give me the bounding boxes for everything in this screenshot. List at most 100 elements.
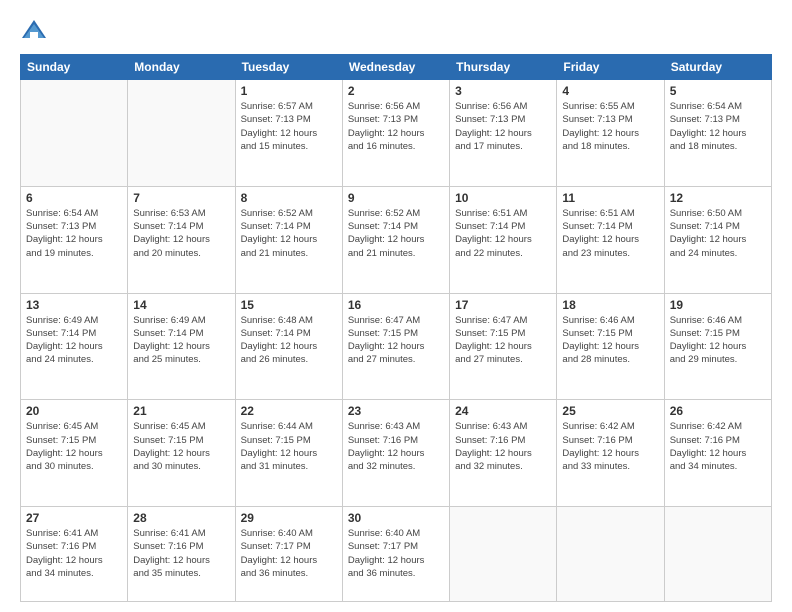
day-number: 12	[670, 191, 766, 205]
day-number: 17	[455, 298, 551, 312]
calendar-week-row: 1 Sunrise: 6:57 AM Sunset: 7:13 PM Daylig…	[21, 80, 772, 187]
day-number: 13	[26, 298, 122, 312]
day-info: Sunrise: 6:47 AM Sunset: 7:15 PM Dayligh…	[455, 314, 551, 367]
calendar-week-row: 6 Sunrise: 6:54 AM Sunset: 7:13 PM Daylig…	[21, 186, 772, 293]
calendar-cell: 28 Sunrise: 6:41 AM Sunset: 7:16 PM Dayli…	[128, 507, 235, 602]
day-info: Sunrise: 6:45 AM Sunset: 7:15 PM Dayligh…	[26, 420, 122, 473]
calendar-cell: 12 Sunrise: 6:50 AM Sunset: 7:14 PM Dayli…	[664, 186, 771, 293]
calendar-cell	[21, 80, 128, 187]
day-info: Sunrise: 6:46 AM Sunset: 7:15 PM Dayligh…	[670, 314, 766, 367]
day-number: 30	[348, 511, 444, 525]
day-info: Sunrise: 6:54 AM Sunset: 7:13 PM Dayligh…	[670, 100, 766, 153]
day-info: Sunrise: 6:57 AM Sunset: 7:13 PM Dayligh…	[241, 100, 337, 153]
header	[20, 18, 772, 46]
day-info: Sunrise: 6:43 AM Sunset: 7:16 PM Dayligh…	[455, 420, 551, 473]
calendar-cell: 4 Sunrise: 6:55 AM Sunset: 7:13 PM Daylig…	[557, 80, 664, 187]
calendar-cell: 5 Sunrise: 6:54 AM Sunset: 7:13 PM Daylig…	[664, 80, 771, 187]
day-info: Sunrise: 6:53 AM Sunset: 7:14 PM Dayligh…	[133, 207, 229, 260]
day-info: Sunrise: 6:52 AM Sunset: 7:14 PM Dayligh…	[348, 207, 444, 260]
day-number: 18	[562, 298, 658, 312]
day-number: 11	[562, 191, 658, 205]
weekday-header: Monday	[128, 55, 235, 80]
calendar-cell: 21 Sunrise: 6:45 AM Sunset: 7:15 PM Dayli…	[128, 400, 235, 507]
day-number: 24	[455, 404, 551, 418]
day-number: 20	[26, 404, 122, 418]
day-number: 5	[670, 84, 766, 98]
logo	[20, 18, 52, 46]
day-number: 25	[562, 404, 658, 418]
calendar-week-row: 27 Sunrise: 6:41 AM Sunset: 7:16 PM Dayli…	[21, 507, 772, 602]
calendar-cell: 8Sunrise: 6:52 AM Sunset: 7:14 PM Daylig…	[235, 186, 342, 293]
day-number: 23	[348, 404, 444, 418]
calendar-cell: 26 Sunrise: 6:42 AM Sunset: 7:16 PM Dayli…	[664, 400, 771, 507]
day-number: 29	[241, 511, 337, 525]
calendar-cell: 3Sunrise: 6:56 AM Sunset: 7:13 PM Daylig…	[450, 80, 557, 187]
day-number: 3	[455, 84, 551, 98]
day-number: 21	[133, 404, 229, 418]
day-number: 9	[348, 191, 444, 205]
calendar-cell: 7 Sunrise: 6:53 AM Sunset: 7:14 PM Daylig…	[128, 186, 235, 293]
day-info: Sunrise: 6:40 AM Sunset: 7:17 PM Dayligh…	[241, 527, 337, 580]
day-info: Sunrise: 6:49 AM Sunset: 7:14 PM Dayligh…	[26, 314, 122, 367]
day-info: Sunrise: 6:41 AM Sunset: 7:16 PM Dayligh…	[26, 527, 122, 580]
day-number: 22	[241, 404, 337, 418]
calendar-cell: 24 Sunrise: 6:43 AM Sunset: 7:16 PM Dayli…	[450, 400, 557, 507]
day-info: Sunrise: 6:55 AM Sunset: 7:13 PM Dayligh…	[562, 100, 658, 153]
calendar-cell: 27 Sunrise: 6:41 AM Sunset: 7:16 PM Dayli…	[21, 507, 128, 602]
calendar-cell	[450, 507, 557, 602]
calendar-cell: 23 Sunrise: 6:43 AM Sunset: 7:16 PM Dayli…	[342, 400, 449, 507]
day-number: 16	[348, 298, 444, 312]
day-info: Sunrise: 6:51 AM Sunset: 7:14 PM Dayligh…	[562, 207, 658, 260]
day-info: Sunrise: 6:54 AM Sunset: 7:13 PM Dayligh…	[26, 207, 122, 260]
weekday-header: Friday	[557, 55, 664, 80]
calendar-cell: 1 Sunrise: 6:57 AM Sunset: 7:13 PM Daylig…	[235, 80, 342, 187]
day-number: 27	[26, 511, 122, 525]
day-info: Sunrise: 6:40 AM Sunset: 7:17 PM Dayligh…	[348, 527, 444, 580]
day-info: Sunrise: 6:51 AM Sunset: 7:14 PM Dayligh…	[455, 207, 551, 260]
day-info: Sunrise: 6:49 AM Sunset: 7:14 PM Dayligh…	[133, 314, 229, 367]
day-number: 4	[562, 84, 658, 98]
day-info: Sunrise: 6:48 AM Sunset: 7:14 PM Dayligh…	[241, 314, 337, 367]
day-info: Sunrise: 6:50 AM Sunset: 7:14 PM Dayligh…	[670, 207, 766, 260]
calendar-cell: 15 Sunrise: 6:48 AM Sunset: 7:14 PM Dayli…	[235, 293, 342, 400]
day-number: 28	[133, 511, 229, 525]
weekday-header: Sunday	[21, 55, 128, 80]
day-number: 7	[133, 191, 229, 205]
calendar-cell: 16 Sunrise: 6:47 AM Sunset: 7:15 PM Dayli…	[342, 293, 449, 400]
calendar-week-row: 20 Sunrise: 6:45 AM Sunset: 7:15 PM Dayli…	[21, 400, 772, 507]
day-info: Sunrise: 6:41 AM Sunset: 7:16 PM Dayligh…	[133, 527, 229, 580]
calendar-week-row: 13 Sunrise: 6:49 AM Sunset: 7:14 PM Dayli…	[21, 293, 772, 400]
weekday-header: Thursday	[450, 55, 557, 80]
day-number: 19	[670, 298, 766, 312]
calendar-cell: 19 Sunrise: 6:46 AM Sunset: 7:15 PM Dayli…	[664, 293, 771, 400]
calendar-cell	[557, 507, 664, 602]
day-info: Sunrise: 6:52 AM Sunset: 7:14 PM Dayligh…	[241, 207, 337, 260]
day-number: 6	[26, 191, 122, 205]
weekday-header: Wednesday	[342, 55, 449, 80]
calendar-cell: 10 Sunrise: 6:51 AM Sunset: 7:14 PM Dayli…	[450, 186, 557, 293]
logo-icon	[20, 18, 48, 46]
day-number: 1	[241, 84, 337, 98]
day-info: Sunrise: 6:42 AM Sunset: 7:16 PM Dayligh…	[670, 420, 766, 473]
day-number: 15	[241, 298, 337, 312]
calendar-cell: 22 Sunrise: 6:44 AM Sunset: 7:15 PM Dayli…	[235, 400, 342, 507]
page: SundayMondayTuesdayWednesdayThursdayFrid…	[0, 0, 792, 612]
calendar-cell: 18Sunrise: 6:46 AM Sunset: 7:15 PM Dayli…	[557, 293, 664, 400]
calendar-cell: 20 Sunrise: 6:45 AM Sunset: 7:15 PM Dayli…	[21, 400, 128, 507]
day-info: Sunrise: 6:43 AM Sunset: 7:16 PM Dayligh…	[348, 420, 444, 473]
weekday-header: Saturday	[664, 55, 771, 80]
day-number: 10	[455, 191, 551, 205]
calendar-cell: 11 Sunrise: 6:51 AM Sunset: 7:14 PM Dayli…	[557, 186, 664, 293]
day-number: 2	[348, 84, 444, 98]
calendar-cell: 9 Sunrise: 6:52 AM Sunset: 7:14 PM Daylig…	[342, 186, 449, 293]
calendar-cell: 17 Sunrise: 6:47 AM Sunset: 7:15 PM Dayli…	[450, 293, 557, 400]
weekday-header-row: SundayMondayTuesdayWednesdayThursdayFrid…	[21, 55, 772, 80]
calendar-cell: 25 Sunrise: 6:42 AM Sunset: 7:16 PM Dayli…	[557, 400, 664, 507]
calendar-cell	[128, 80, 235, 187]
day-info: Sunrise: 6:44 AM Sunset: 7:15 PM Dayligh…	[241, 420, 337, 473]
day-info: Sunrise: 6:45 AM Sunset: 7:15 PM Dayligh…	[133, 420, 229, 473]
day-info: Sunrise: 6:42 AM Sunset: 7:16 PM Dayligh…	[562, 420, 658, 473]
day-info: Sunrise: 6:47 AM Sunset: 7:15 PM Dayligh…	[348, 314, 444, 367]
calendar-cell: 29 Sunrise: 6:40 AM Sunset: 7:17 PM Dayli…	[235, 507, 342, 602]
day-number: 26	[670, 404, 766, 418]
